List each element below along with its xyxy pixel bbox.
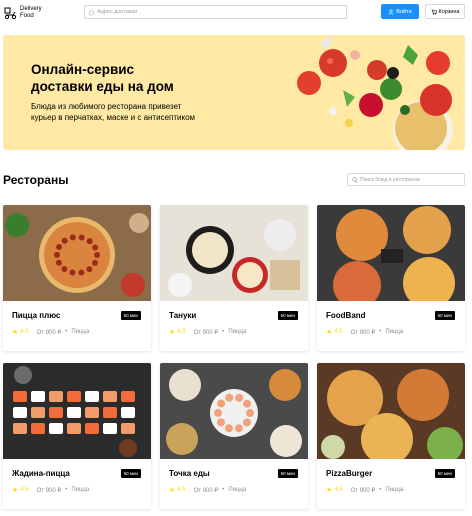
category-text: Пицца xyxy=(71,329,90,335)
user-icon xyxy=(388,8,394,15)
header: Delivery Food Войти Корзина xyxy=(0,0,472,26)
address-field[interactable] xyxy=(84,5,347,19)
cart-button[interactable]: Корзина xyxy=(425,4,465,19)
logo[interactable]: Delivery Food xyxy=(3,3,43,23)
logo-text: Delivery Food xyxy=(20,6,42,20)
category-text: Пицца xyxy=(385,329,404,335)
delivery-time-badge: 50 мин xyxy=(120,469,141,478)
address-input[interactable] xyxy=(97,9,337,15)
price-text: От 900 ₽ xyxy=(36,329,62,336)
rating-value: 4.5 xyxy=(334,487,343,493)
home-icon xyxy=(88,9,95,15)
restaurant-photo xyxy=(3,363,151,459)
restaurants-search[interactable] xyxy=(347,173,465,186)
cart-label: Корзина xyxy=(438,8,460,15)
restaurant-photo xyxy=(3,205,151,301)
separator-dot: • xyxy=(222,329,225,335)
star-icon: ★ xyxy=(12,329,19,336)
rating-value: 4.5 xyxy=(177,329,186,335)
search-input[interactable] xyxy=(360,176,460,183)
restaurant-card[interactable]: Точка еды 50 мин ★ 4.5 От 900 ₽ • Пицца xyxy=(160,363,308,509)
restaurant-name: Точка еды xyxy=(169,469,210,478)
rating-value: 4.5 xyxy=(20,487,29,493)
restaurant-name: Пицца плюс xyxy=(12,311,61,320)
login-button[interactable]: Войти xyxy=(381,4,419,19)
rating-value: 4.5 xyxy=(177,487,186,493)
vegetables-illustration xyxy=(297,37,453,150)
separator-dot: • xyxy=(65,487,68,493)
separator-dot: • xyxy=(222,487,225,493)
restaurant-info: ★ 4.5 От 900 ₽ • Пицца xyxy=(12,328,89,336)
rating-value: 4.5 xyxy=(20,329,29,335)
restaurant-name: Тануки xyxy=(169,311,197,320)
star-icon: ★ xyxy=(169,329,176,336)
separator-dot: • xyxy=(379,329,382,335)
login-label: Войти xyxy=(396,8,412,15)
price-text: От 900 ₽ xyxy=(350,487,376,494)
restaurant-name: FoodBand xyxy=(326,311,366,320)
promo-text-line1: Блюда из любимого ресторана привезет xyxy=(31,102,182,111)
restaurant-card[interactable]: PizzaBurger 50 мин ★ 4.5 От 900 ₽ • Пицца xyxy=(317,363,465,509)
price-text: От 900 ₽ xyxy=(36,487,62,494)
promo-title-line2: доставки еды на дом xyxy=(31,79,174,94)
restaurant-info: ★ 4.5 От 900 ₽ • Пицца xyxy=(326,486,403,494)
delivery-time-badge: 50 мин xyxy=(434,469,455,478)
promo-banner: Онлайн-сервис доставки еды на дом Блюда … xyxy=(3,35,465,150)
restaurant-info: ★ 4.5 От 900 ₽ • Пицца xyxy=(326,328,403,336)
cart-icon xyxy=(431,9,437,15)
price-text: От 900 ₽ xyxy=(350,329,376,336)
promo-title-line1: Онлайн-сервис xyxy=(31,62,135,77)
promo-title: Онлайн-сервис доставки еды на дом xyxy=(31,61,231,95)
logo-text-line1: Delivery xyxy=(20,6,42,12)
category-text: Пицца xyxy=(71,487,90,493)
restaurant-card[interactable]: Тануки 50 мин ★ 4.5 От 900 ₽ • Пицца xyxy=(160,205,308,351)
price-text: От 900 ₽ xyxy=(193,487,219,494)
category-text: Пицца xyxy=(228,487,247,493)
delivery-time-badge: 50 мин xyxy=(434,311,455,320)
category-text: Пицца xyxy=(228,329,247,335)
restaurant-photo xyxy=(317,363,465,459)
star-icon: ★ xyxy=(169,487,176,494)
restaurant-card[interactable]: Пицца плюс 50 мин ★ 4.5 От 900 ₽ • Пицца xyxy=(3,205,151,351)
rating-value: 4.5 xyxy=(334,329,343,335)
restaurant-name: PizzaBurger xyxy=(326,469,373,478)
separator-dot: • xyxy=(65,329,68,335)
restaurant-photo xyxy=(160,205,308,301)
star-icon: ★ xyxy=(326,329,333,336)
restaurant-photo xyxy=(160,363,308,459)
search-icon xyxy=(352,176,358,183)
promo-text-line2: курьер в перчатках, маске и с антисептик… xyxy=(31,113,196,122)
restaurant-info: ★ 4.5 От 900 ₽ • Пицца xyxy=(169,486,246,494)
restaurant-info: ★ 4.5 От 900 ₽ • Пицца xyxy=(12,486,89,494)
restaurant-info: ★ 4.5 От 900 ₽ • Пицца xyxy=(169,328,246,336)
delivery-time-badge: 50 мин xyxy=(277,311,298,320)
restaurant-card[interactable]: Жадина-пицца 50 мин ★ 4.5 От 900 ₽ • Пицца xyxy=(3,363,151,509)
logo-text-line2: Food xyxy=(20,13,34,19)
delivery-time-badge: 50 мин xyxy=(120,311,141,320)
star-icon: ★ xyxy=(326,487,333,494)
star-icon: ★ xyxy=(12,487,19,494)
restaurant-photo xyxy=(317,205,465,301)
restaurant-name: Жадина-пицца xyxy=(12,469,70,478)
delivery-scooter-icon xyxy=(4,7,17,20)
promo-text: Блюда из любимого ресторана привезет кур… xyxy=(31,101,241,123)
price-text: От 900 ₽ xyxy=(193,329,219,336)
category-text: Пицца xyxy=(385,487,404,493)
separator-dot: • xyxy=(379,487,382,493)
delivery-time-badge: 50 мин xyxy=(277,469,298,478)
restaurants-title: Рестораны xyxy=(3,173,69,187)
restaurant-card[interactable]: FoodBand 50 мин ★ 4.5 От 900 ₽ • Пицца xyxy=(317,205,465,351)
